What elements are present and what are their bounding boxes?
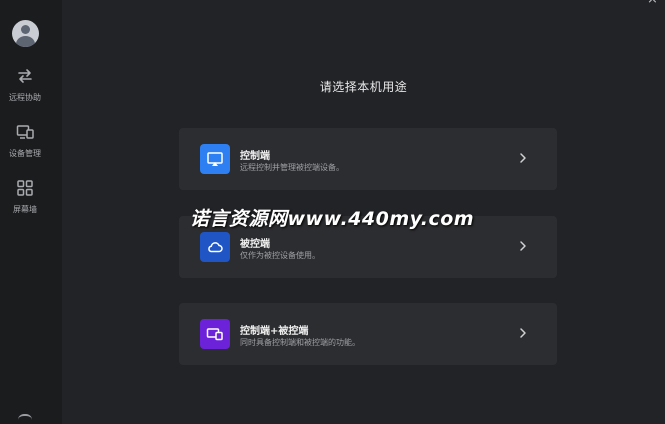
cloud-icon xyxy=(208,242,223,253)
sidebar: 远程协助 设备管理 屏幕墙 xyxy=(0,0,62,424)
card-icon-badge xyxy=(200,319,230,349)
user-avatar-icon[interactable] xyxy=(12,20,39,47)
screen-cast-icon xyxy=(207,152,223,166)
avatar-head xyxy=(21,25,30,34)
sidebar-item-label: 设备管理 xyxy=(9,149,41,158)
devices-icon xyxy=(16,125,34,139)
sidebar-item-screen-wall[interactable]: 屏幕墙 xyxy=(0,178,50,215)
sidebar-item-label: 屏幕墙 xyxy=(13,205,37,214)
card-title: 被控端 xyxy=(240,239,270,250)
avatar-body xyxy=(16,36,35,47)
card-title: 控制端 xyxy=(240,151,270,162)
card-description: 远程控制并管理被控端设备。 xyxy=(240,163,344,172)
page-title: 请选择本机用途 xyxy=(319,80,408,94)
card-description: 同时具备控制端和被控端的功能。 xyxy=(240,338,360,347)
close-icon[interactable]: × xyxy=(647,0,659,6)
swap-arrows-icon xyxy=(18,69,32,83)
card-icon-badge xyxy=(200,232,230,262)
settings-icon[interactable] xyxy=(18,414,32,424)
option-card-both[interactable]: 控制端+被控端 同时具备控制端和被控端的功能。 xyxy=(179,303,557,365)
chevron-right-icon xyxy=(520,153,526,163)
option-card-controller[interactable]: 控制端 远程控制并管理被控端设备。 xyxy=(179,128,557,190)
card-description: 仅作为被控设备使用。 xyxy=(240,251,320,260)
grid-icon xyxy=(17,180,33,196)
chevron-right-icon xyxy=(520,328,526,338)
sidebar-item-remote-assist[interactable]: 远程协助 xyxy=(0,66,50,103)
dual-screen-icon xyxy=(206,328,223,341)
sidebar-item-label: 远程协助 xyxy=(9,93,41,102)
sidebar-item-device-management[interactable]: 设备管理 xyxy=(0,122,50,159)
card-title: 控制端+被控端 xyxy=(240,326,309,337)
card-icon-badge xyxy=(200,144,230,174)
watermark-overlay: 诺言资源网www.440my.com xyxy=(190,208,475,230)
chevron-right-icon xyxy=(520,241,526,251)
